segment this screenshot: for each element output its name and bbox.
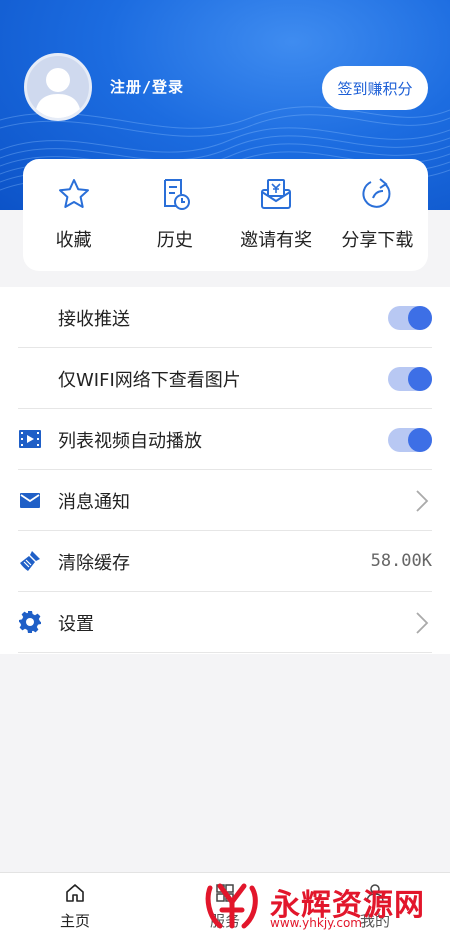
nav-label: 服务 xyxy=(209,912,240,930)
quick-action-label: 历史 xyxy=(156,230,193,251)
nav-home[interactable]: 主页 xyxy=(0,873,150,936)
user-avatar-icon xyxy=(35,68,81,118)
quick-action-share[interactable]: 分享下载 xyxy=(327,159,428,271)
quick-action-history[interactable]: 历史 xyxy=(124,159,225,271)
toggle-knob xyxy=(408,306,432,330)
quick-action-label: 分享下载 xyxy=(341,230,414,251)
avatar[interactable] xyxy=(24,53,92,121)
autoplay-toggle[interactable] xyxy=(388,428,432,452)
settings-row-label: 仅WIFI网络下查看图片 xyxy=(58,370,241,391)
chevron-right-icon xyxy=(416,490,429,512)
settings-row-wifi-images: 仅WIFI网络下查看图片 xyxy=(18,348,432,409)
mail-icon xyxy=(20,493,40,508)
settings-row-notifications[interactable]: 消息通知 xyxy=(18,470,432,531)
nav-label: 我的 xyxy=(359,912,390,930)
quick-action-favorites[interactable]: 收藏 xyxy=(23,159,124,271)
settings-row-autoplay: 列表视频自动播放 xyxy=(18,409,432,470)
login-register-link[interactable]: 注册/登录 xyxy=(110,76,184,97)
share-icon xyxy=(362,178,391,208)
wifi-images-toggle[interactable] xyxy=(388,367,432,391)
quick-actions-card: 收藏 历史 邀请有奖 分享下载 xyxy=(23,159,428,271)
settings-row-label: 设置 xyxy=(58,614,94,635)
service-icon xyxy=(216,884,234,902)
quick-action-label: 邀请有奖 xyxy=(240,230,313,251)
nav-service[interactable]: 服务 xyxy=(150,873,300,936)
settings-row-label: 清除缓存 xyxy=(58,553,130,574)
quick-action-label: 收藏 xyxy=(55,230,92,251)
nav-label: 主页 xyxy=(59,912,90,930)
settings-row-label: 接收推送 xyxy=(58,309,130,330)
history-icon xyxy=(163,179,190,210)
video-icon xyxy=(19,430,41,448)
quick-action-invite[interactable]: 邀请有奖 xyxy=(226,159,327,271)
nav-profile[interactable]: 我的 xyxy=(300,873,450,936)
home-icon xyxy=(66,884,84,902)
toggle-knob xyxy=(408,367,432,391)
settings-row-label: 消息通知 xyxy=(58,492,130,513)
cache-size: 58.00K xyxy=(370,551,432,571)
settings-list: 接收推送 仅WIFI网络下查看图片 列表视频自动播放 消息通知 清除缓存 58.… xyxy=(0,287,450,654)
settings-row-push: 接收推送 xyxy=(18,287,432,348)
star-icon xyxy=(58,179,89,208)
checkin-button[interactable]: 签到赚积分 xyxy=(322,66,428,110)
invite-reward-icon xyxy=(261,179,292,209)
bottom-nav: 主页 服务 我的 xyxy=(0,872,450,936)
settings-row-label: 列表视频自动播放 xyxy=(58,431,202,452)
broom-icon xyxy=(20,551,40,571)
chevron-right-icon xyxy=(416,612,429,634)
profile-icon xyxy=(366,884,384,903)
toggle-knob xyxy=(408,428,432,452)
settings-row-clear-cache[interactable]: 清除缓存 58.00K xyxy=(18,531,432,592)
settings-row-settings[interactable]: 设置 xyxy=(18,592,432,653)
push-toggle[interactable] xyxy=(388,306,432,330)
gear-icon xyxy=(19,611,41,633)
